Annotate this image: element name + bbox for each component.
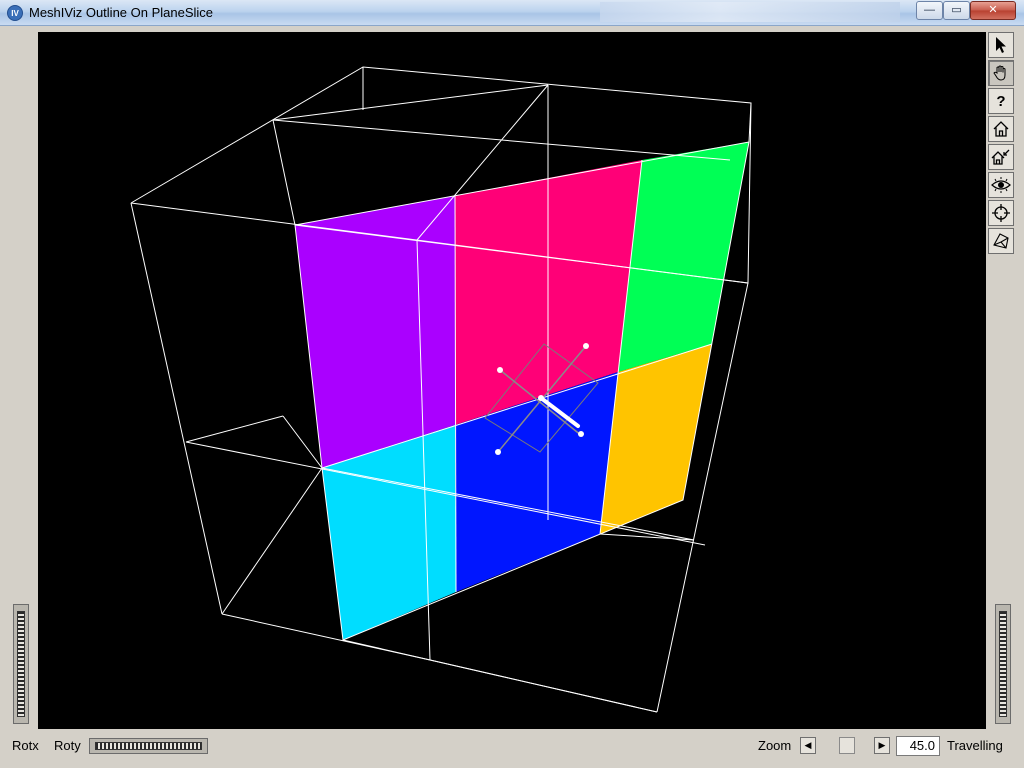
help-button[interactable]: ?: [988, 88, 1014, 114]
set-home-icon: [991, 149, 1010, 165]
roty-thumbwheel-ridges: [95, 742, 202, 750]
dolly-label: Travelling: [947, 738, 1003, 753]
home-icon: [993, 121, 1009, 137]
eye-icon: [991, 177, 1011, 193]
crosshair-icon: [992, 204, 1010, 222]
perspective-box-icon: [993, 233, 1009, 249]
roty-thumbwheel[interactable]: [89, 738, 208, 754]
maximize-button[interactable]: ▭: [943, 1, 970, 20]
dolly-thumbwheel[interactable]: [995, 604, 1011, 724]
viewer-toolbar: ?: [988, 32, 1016, 256]
seek-button[interactable]: [988, 200, 1014, 226]
roty-label: Roty: [54, 738, 81, 753]
zoom-decrease-button[interactable]: ◀: [800, 737, 816, 754]
scene-canvas: [130, 66, 752, 713]
arrow-cursor-icon: [996, 37, 1006, 53]
background-window-blur: [600, 2, 900, 22]
select-arrow-button[interactable]: [988, 32, 1014, 58]
projection-button[interactable]: [988, 228, 1014, 254]
hand-icon: [993, 65, 1006, 81]
zoom-value-field[interactable]: 45.0: [896, 736, 940, 756]
manipulator-handle[interactable]: [583, 343, 589, 349]
view-hand-button[interactable]: [988, 60, 1014, 86]
manipulator-handle[interactable]: [497, 367, 503, 373]
app-icon: IV: [7, 5, 23, 21]
zoom-slider-thumb[interactable]: [839, 737, 855, 754]
rotx-label: Rotx: [12, 738, 39, 753]
title-bar: IV MeshIViz Outline On PlaneSlice — ▭ ✕: [0, 0, 1024, 26]
bottom-bar: Rotx Roty Zoom ◀ ▶ 45.0 Travelling: [0, 732, 1024, 760]
zoom-slider[interactable]: ◀ ▶: [800, 737, 890, 755]
set-home-button[interactable]: [988, 144, 1014, 170]
window-title: MeshIViz Outline On PlaneSlice: [29, 5, 214, 20]
close-button[interactable]: ✕: [970, 1, 1016, 20]
manipulator-handle[interactable]: [578, 431, 584, 437]
dolly-thumbwheel-ridges: [999, 611, 1007, 717]
zoom-label: Zoom: [758, 738, 792, 753]
window-bottom-edge: [0, 761, 1024, 768]
rotx-thumbwheel-ridges: [17, 611, 25, 717]
slice-patch-purple: [295, 196, 455, 468]
minimize-button[interactable]: —: [916, 1, 943, 20]
home-button[interactable]: [988, 116, 1014, 142]
view-all-button[interactable]: [988, 172, 1014, 198]
rotx-thumbwheel[interactable]: [13, 604, 29, 724]
3d-viewer[interactable]: [38, 32, 986, 729]
zoom-increase-button[interactable]: ▶: [874, 737, 890, 754]
question-mark-icon: ?: [996, 92, 1006, 110]
manipulator-handle[interactable]: [495, 449, 501, 455]
manipulator-handle[interactable]: [538, 395, 544, 401]
